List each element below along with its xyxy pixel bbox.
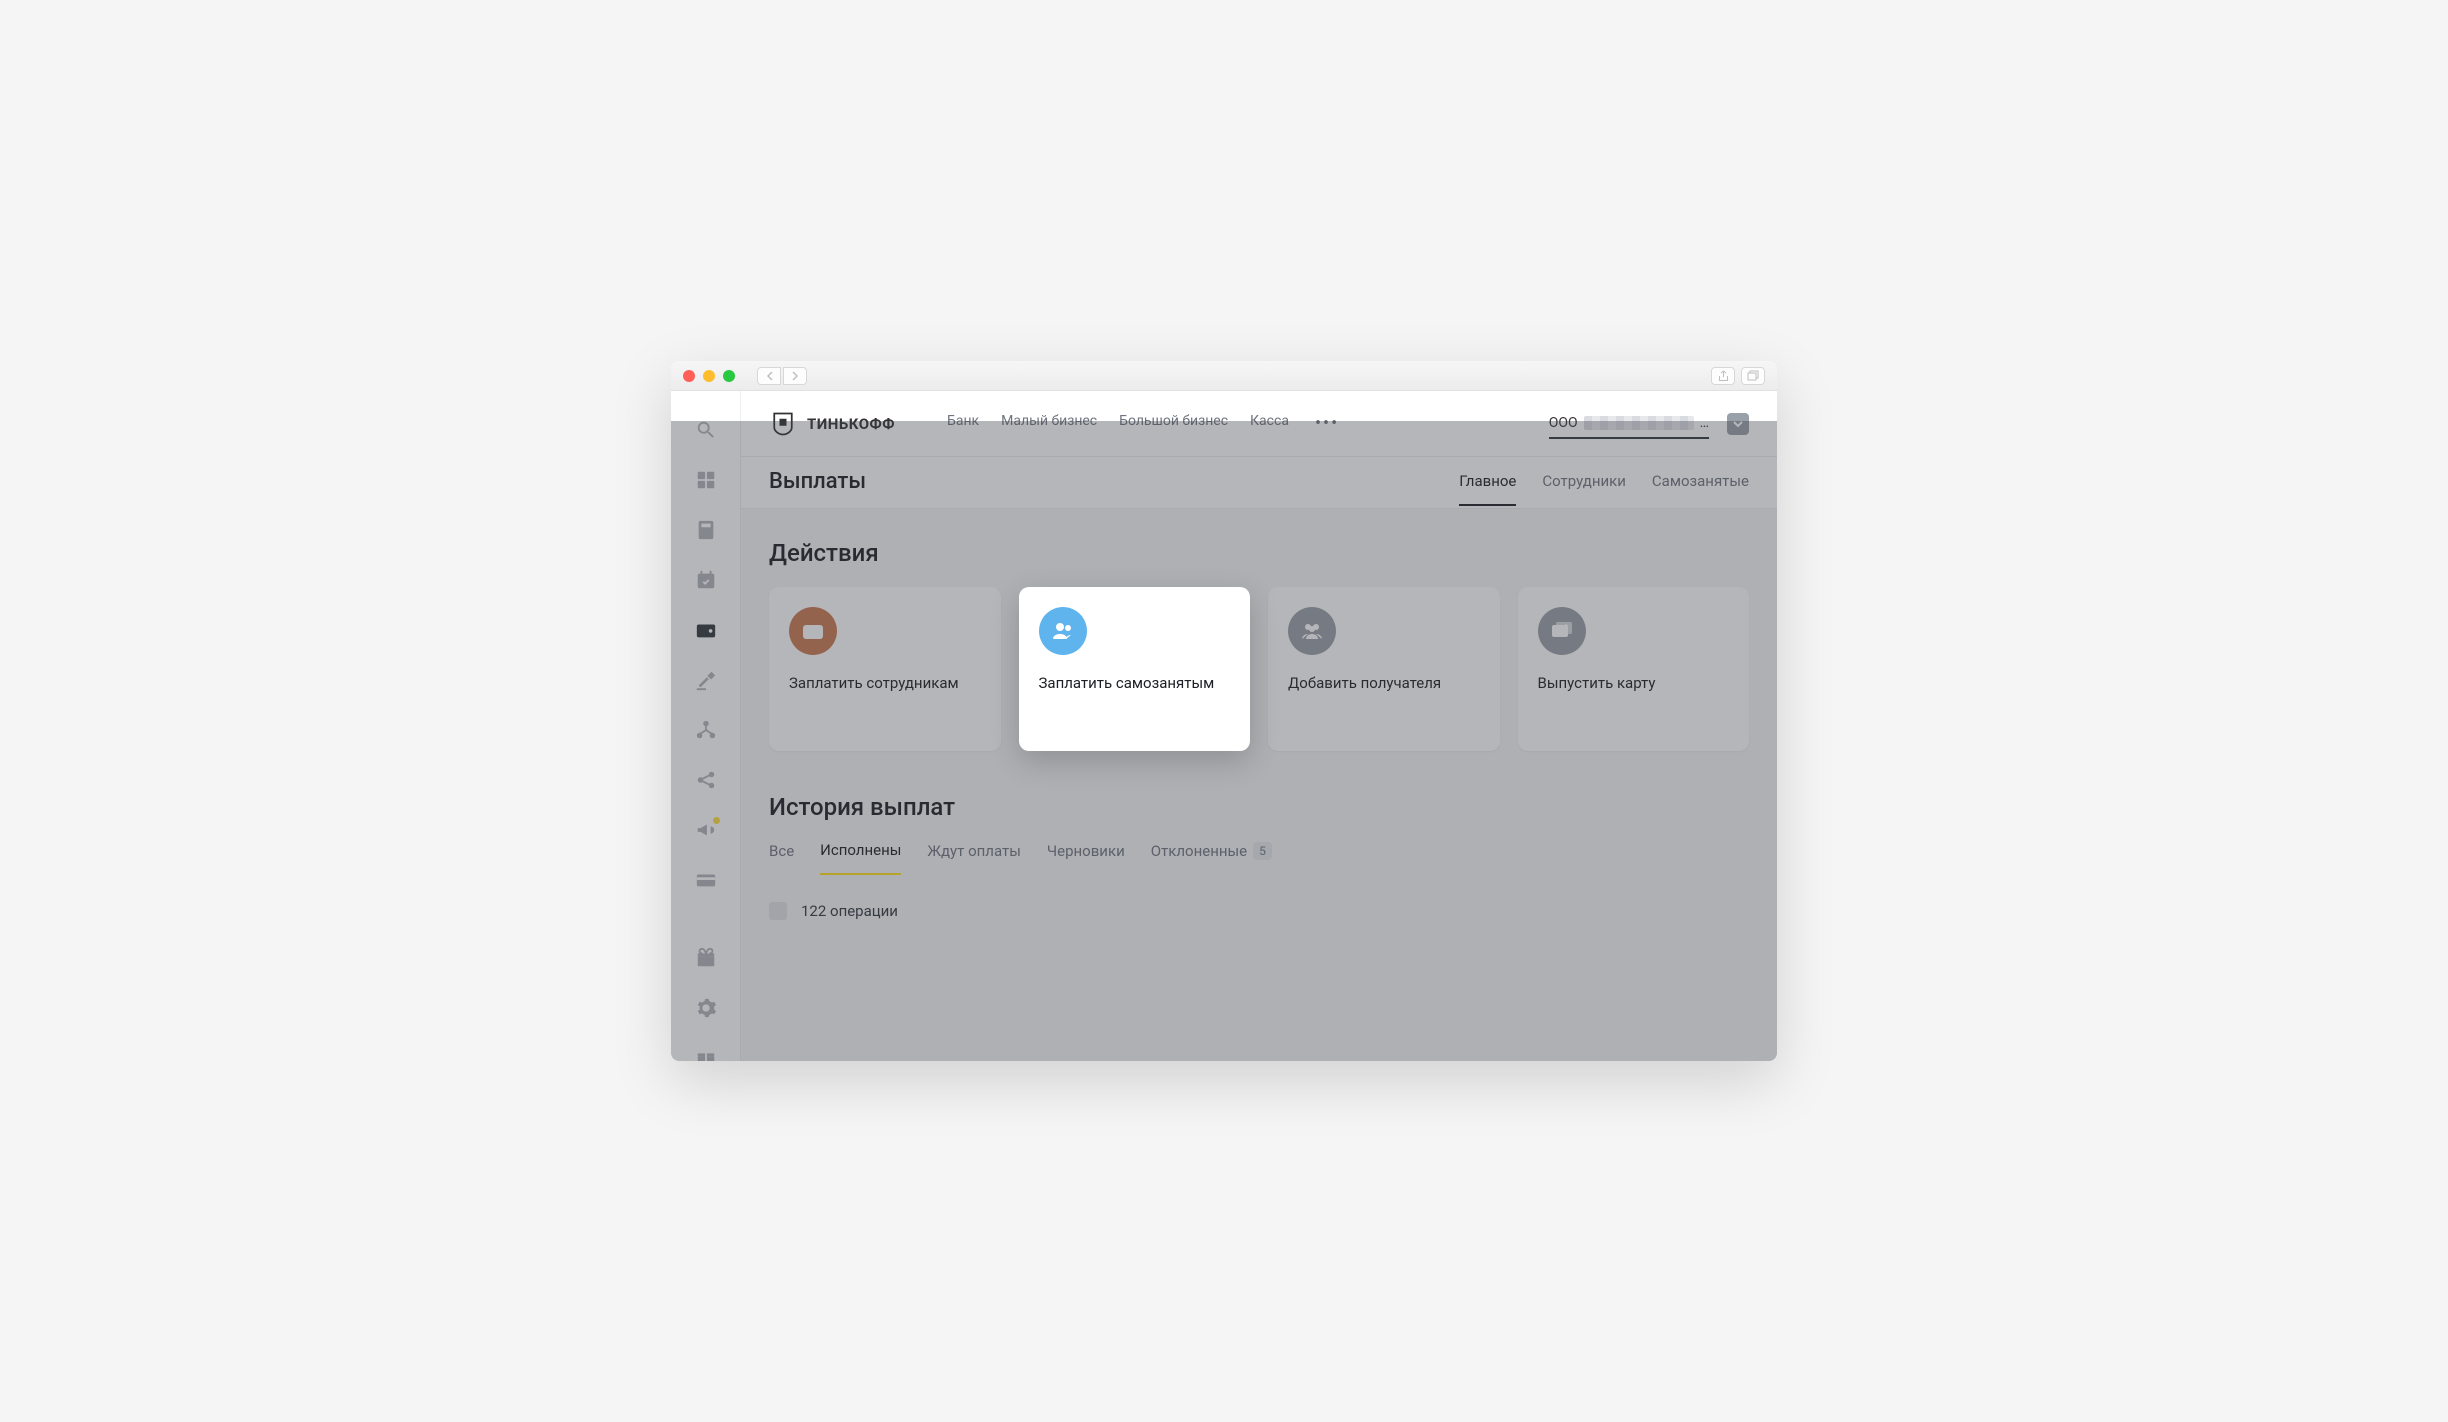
browser-window: ТИНЬКОФФ Банк Малый бизнес Большой бизне… — [671, 361, 1777, 1061]
nav-buttons — [757, 367, 807, 385]
history-title: История выплат — [769, 793, 1749, 821]
calendar-icon[interactable] — [694, 569, 718, 591]
topnav-bigbiz[interactable]: Большой бизнес — [1119, 413, 1228, 434]
users-icon — [1039, 607, 1087, 655]
dashboard-icon[interactable] — [694, 469, 718, 491]
hist-tab-drafts[interactable]: Черновики — [1047, 841, 1125, 875]
card-plus-icon — [1538, 607, 1586, 655]
topnav-kassa[interactable]: Касса — [1250, 413, 1289, 434]
account-dropdown-icon[interactable] — [1727, 413, 1749, 435]
subtabs: Главное Сотрудники Самозанятые — [1459, 472, 1749, 506]
gift-icon[interactable] — [694, 947, 718, 969]
gavel-icon[interactable] — [694, 669, 718, 691]
share-icon[interactable] — [1711, 367, 1735, 385]
logo[interactable]: ТИНЬКОФФ — [769, 410, 895, 438]
gift2-icon[interactable] — [694, 1047, 718, 1061]
card-label: Заплатить сотрудникам — [789, 673, 981, 694]
card-label: Заплатить самозанятым — [1039, 673, 1231, 694]
account-selector[interactable]: ООО … — [1549, 415, 1709, 439]
wallet-icon[interactable] — [694, 619, 718, 641]
maximize-window-button[interactable] — [723, 370, 735, 382]
traffic-lights — [683, 370, 735, 382]
hist-tab-done[interactable]: Исполнены — [820, 841, 901, 875]
app-body: ТИНЬКОФФ Банк Малый бизнес Большой бизне… — [671, 391, 1777, 1061]
back-button[interactable] — [757, 367, 781, 385]
subtab-main[interactable]: Главное — [1459, 472, 1516, 506]
titlebar — [671, 361, 1777, 391]
account-ellipsis: … — [1700, 415, 1709, 431]
org-icon[interactable] — [694, 719, 718, 741]
account-prefix: ООО — [1549, 415, 1578, 431]
subtab-employees[interactable]: Сотрудники — [1542, 472, 1626, 506]
megaphone-icon[interactable] — [694, 819, 718, 841]
forward-button[interactable] — [783, 367, 807, 385]
topnav-bank[interactable]: Банк — [947, 413, 979, 434]
logo-text: ТИНЬКОФФ — [807, 415, 895, 433]
share-nodes-icon[interactable] — [694, 769, 718, 791]
topbar: ТИНЬКОФФ Банк Малый бизнес Большой бизне… — [741, 391, 1777, 457]
card-add-recipient[interactable]: Добавить получателя — [1268, 587, 1500, 751]
calculator-icon[interactable] — [694, 519, 718, 541]
search-icon[interactable] — [694, 419, 718, 441]
hist-tab-pending[interactable]: Ждут оплаты — [927, 841, 1021, 875]
minimize-window-button[interactable] — [703, 370, 715, 382]
group-icon — [1288, 607, 1336, 655]
rejected-count-badge: 5 — [1253, 842, 1272, 860]
logo-mark-icon — [769, 410, 797, 438]
top-nav: Банк Малый бизнес Большой бизнес Касса •… — [947, 413, 1339, 434]
operations-count: 122 операции — [801, 902, 898, 920]
content: ТИНЬКОФФ Банк Малый бизнес Большой бизне… — [741, 391, 1777, 1061]
card-icon[interactable] — [694, 869, 718, 891]
subtab-self[interactable]: Самозанятые — [1652, 472, 1749, 506]
account-name-redacted — [1584, 416, 1694, 430]
actions-title: Действия — [769, 539, 1749, 567]
history-section: История выплат Все Исполнены Ждут оплаты… — [769, 793, 1749, 920]
card-pay-self-employed[interactable]: Заплатить самозанятым — [1019, 587, 1251, 751]
close-window-button[interactable] — [683, 370, 695, 382]
card-pay-employees[interactable]: Заплатить сотрудникам — [769, 587, 1001, 751]
action-cards: Заплатить сотрудникам Заплатить самозаня… — [769, 587, 1749, 751]
gear-icon[interactable] — [694, 997, 718, 1019]
main: Действия Заплатить сотрудникам Заплатить… — [741, 509, 1777, 950]
sidebar — [671, 391, 741, 1061]
topnav-smallbiz[interactable]: Малый бизнес — [1001, 413, 1097, 434]
hist-tab-rejected[interactable]: Отклоненные 5 — [1151, 841, 1272, 875]
page-title: Выплаты — [769, 469, 866, 508]
card-issue-card[interactable]: Выпустить карту — [1518, 587, 1750, 751]
subbar: Выплаты Главное Сотрудники Самозанятые — [741, 457, 1777, 509]
wallet-icon — [789, 607, 837, 655]
card-label: Добавить получателя — [1288, 673, 1480, 694]
card-label: Выпустить карту — [1538, 673, 1730, 694]
hist-tab-rejected-label: Отклоненные — [1151, 842, 1247, 860]
history-tabs: Все Исполнены Ждут оплаты Черновики Откл… — [769, 841, 1749, 876]
topnav-more-icon[interactable]: ••• — [1315, 413, 1339, 434]
select-all-checkbox[interactable] — [769, 902, 787, 920]
hist-tab-all[interactable]: Все — [769, 841, 794, 875]
history-header-row: 122 операции — [769, 902, 1749, 920]
tabs-icon[interactable] — [1741, 367, 1765, 385]
